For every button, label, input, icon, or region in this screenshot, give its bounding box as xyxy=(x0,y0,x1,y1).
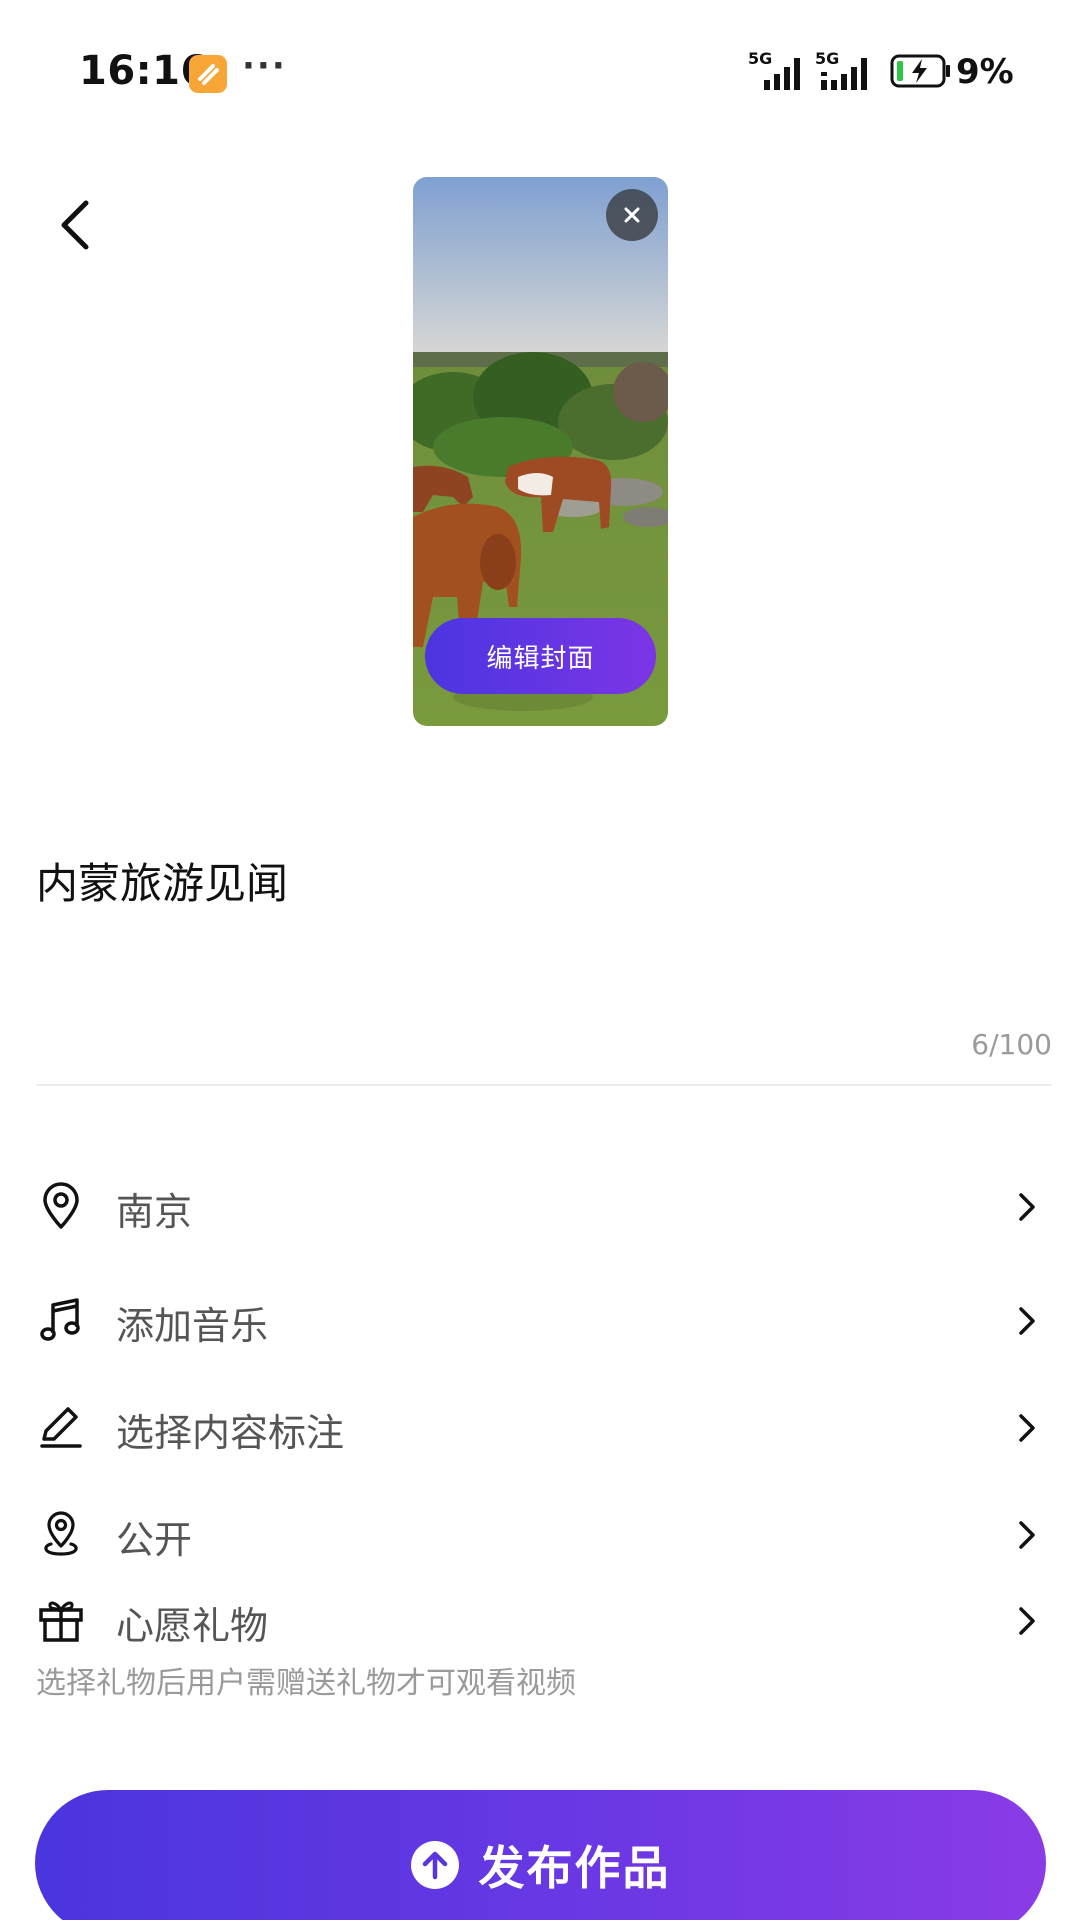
post-title-input[interactable]: 内蒙旅游见闻 xyxy=(36,850,288,911)
overflow-dots: ··· xyxy=(242,46,287,86)
visibility-location-icon xyxy=(36,1509,86,1559)
status-bar: 16:16 ··· 5G 5G 9% xyxy=(0,0,1080,140)
close-icon xyxy=(624,207,640,223)
option-label: 添加音乐 xyxy=(116,1304,269,1348)
chevron-right-icon xyxy=(1012,1410,1042,1446)
chevron-right-icon xyxy=(1012,1189,1042,1225)
gift-hint-text: 选择礼物后用户需赠送礼物才可观看视频 xyxy=(36,1666,576,1701)
character-counter: 6/100 xyxy=(971,1028,1052,1061)
signal-icon: 5G xyxy=(748,49,806,96)
chevron-left-icon xyxy=(61,200,89,250)
network-label-2: 5G xyxy=(815,50,839,68)
app-notification-icon xyxy=(189,55,227,93)
music-note-icon xyxy=(36,1295,86,1345)
option-content-tag[interactable]: 选择内容标注 xyxy=(0,1388,1080,1468)
option-wish-gift[interactable]: 心愿礼物 xyxy=(0,1581,1080,1661)
network-label-1: 5G xyxy=(748,50,772,68)
edit-cover-button[interactable]: 编辑封面 xyxy=(425,618,656,694)
battery-percent: 9% xyxy=(956,52,1014,92)
option-label: 南京 xyxy=(116,1190,193,1234)
option-label: 选择内容标注 xyxy=(116,1411,345,1455)
chevron-right-icon xyxy=(1012,1517,1042,1553)
option-label: 公开 xyxy=(116,1518,193,1562)
publish-page: 16:16 ··· 5G 5G 9% 编辑封面 内蒙旅游见闻 6/100 南京 … xyxy=(0,0,1080,1920)
chevron-right-icon xyxy=(1012,1603,1042,1639)
remove-cover-button[interactable] xyxy=(606,189,658,241)
back-button[interactable] xyxy=(50,195,100,255)
arrow-up-circle-icon xyxy=(410,1841,459,1889)
publish-button[interactable]: 发布作品 xyxy=(35,1790,1046,1920)
publish-label: 发布作品 xyxy=(478,1841,671,1895)
option-visibility[interactable]: 公开 xyxy=(0,1495,1080,1575)
cover-thumbnail[interactable]: 编辑封面 xyxy=(413,177,668,726)
pencil-icon xyxy=(36,1402,86,1452)
location-pin-icon xyxy=(36,1181,86,1231)
option-label: 心愿礼物 xyxy=(116,1604,269,1648)
battery-charging-icon xyxy=(890,53,952,93)
chevron-right-icon xyxy=(1012,1303,1042,1339)
gift-icon xyxy=(36,1595,86,1645)
option-location[interactable]: 南京 xyxy=(0,1167,1080,1247)
option-music[interactable]: 添加音乐 xyxy=(0,1281,1080,1361)
signal-icon: 5G xyxy=(815,49,873,96)
divider xyxy=(36,1084,1052,1086)
